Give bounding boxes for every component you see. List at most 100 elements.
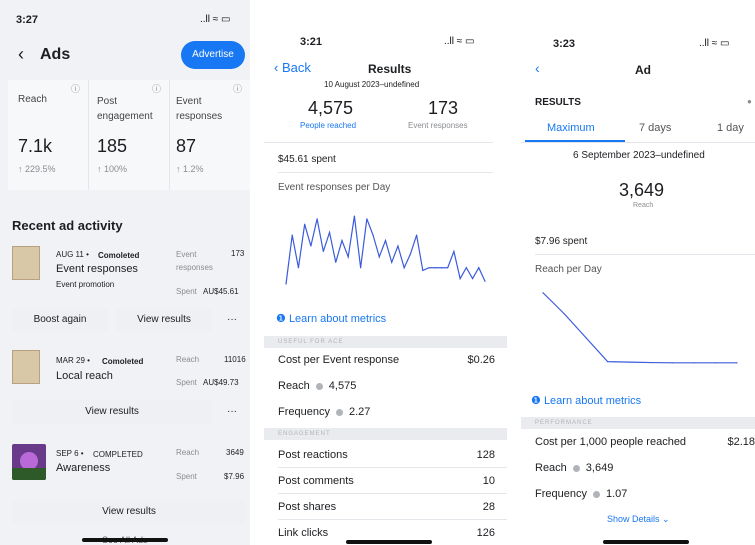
chart-point <box>335 261 337 263</box>
ad-thumbnail <box>12 350 40 384</box>
chart-point <box>459 277 461 280</box>
ad-status: COMPLETED <box>93 450 143 459</box>
metric-reach[interactable]: ⓘ Reach 7.1k ↑ 229.5% <box>8 80 88 190</box>
info-icon[interactable] <box>572 464 580 472</box>
chart-point <box>372 234 374 236</box>
learn-metrics-link[interactable]: ❶ Learn about metrics <box>276 312 386 325</box>
ad-spent-label: Spent <box>176 378 197 387</box>
spent-text: $7.96 spent <box>535 236 588 247</box>
ad-spent-value: AU$49.73 <box>203 378 239 387</box>
ad-stat-label: Reach <box>176 448 200 457</box>
advertise-button[interactable]: Advertise <box>181 41 245 69</box>
tab-7-days[interactable]: 7 days <box>639 122 671 134</box>
metric-row-cost: Cost per 1,000 people reached $2.18 <box>535 436 755 448</box>
divider <box>278 519 507 520</box>
chart-point <box>384 239 387 242</box>
info-icon: ❶ <box>276 313 286 325</box>
chart-point <box>366 218 368 220</box>
back-button[interactable]: ‹ Back <box>274 60 311 75</box>
ad-detail-panel: 3:23 ..ll ≈ ▭ ‹ Ad RESULTS ● Maximum 7 d… <box>521 0 755 545</box>
chart-point <box>563 313 566 315</box>
engagement-row: Post comments 10 <box>278 475 495 487</box>
ad-spent-value: AU$45.61 <box>203 287 239 296</box>
metric-label: Post engagement <box>97 96 153 122</box>
reach-label: People reached <box>300 121 357 130</box>
chart-point <box>415 234 418 236</box>
date-range: 10 August 2023–undefined <box>324 80 420 89</box>
tab-1-day[interactable]: 1 day <box>717 122 744 134</box>
chart-point <box>291 234 293 236</box>
learn-metrics-link[interactable]: ❶ Learn about metrics <box>531 394 641 407</box>
ad-stat-value: 173 <box>231 249 245 258</box>
chart-point <box>434 267 436 269</box>
chart-point <box>285 283 287 285</box>
engagement-row: Link clicks 126 <box>278 527 495 539</box>
page-title: Ad <box>635 63 651 77</box>
status-icons: ..ll ≈ ▭ <box>200 14 231 25</box>
view-results-button[interactable]: View results <box>116 308 212 332</box>
view-results-button[interactable]: View results <box>12 400 212 424</box>
chart-point <box>310 245 312 247</box>
metric-label: Reach <box>18 94 47 105</box>
results-panel: 3:21 ..ll ≈ ▭ ‹ Back Results 10 August 2… <box>264 0 507 545</box>
info-icon[interactable]: ● <box>747 97 752 106</box>
show-details-button[interactable]: Show Details ⌄ <box>607 514 670 525</box>
chart-point <box>671 362 673 364</box>
divider <box>278 467 507 468</box>
chart-point <box>471 277 474 280</box>
info-icon[interactable] <box>592 490 600 498</box>
metric-change: ↑ 1.2% <box>176 164 204 174</box>
chart-point <box>714 362 717 364</box>
chart-point <box>328 231 331 234</box>
ad-status: Comoleted <box>102 357 144 366</box>
learn-label: Learn about metrics <box>543 395 642 407</box>
chevron-left-icon[interactable]: ‹ <box>18 44 24 65</box>
chart-point <box>542 292 544 294</box>
status-time: 3:21 <box>300 36 323 48</box>
chart-point <box>397 245 399 247</box>
ad-spent-label: Spent <box>176 287 197 296</box>
status-icons: ..ll ≈ ▭ <box>699 38 730 49</box>
metric-change: ↑ 100% <box>97 164 128 174</box>
metric-event-responses[interactable]: ⓘ Event responses 87 ↑ 1.2% <box>170 80 250 190</box>
metric-post-engagement[interactable]: ⓘ Post engagement 185 ↑ 100% <box>89 80 169 190</box>
view-results-button[interactable]: View results <box>12 500 246 524</box>
ad-stat-value: 11016 <box>224 355 246 364</box>
home-indicator <box>603 540 689 544</box>
chevron-left-icon[interactable]: ‹ <box>535 60 540 76</box>
section-title: Recent ad activity <box>12 218 123 233</box>
engagement-row: Post reactions 128 <box>278 449 495 461</box>
engagement-row: Post shares 28 <box>278 501 495 513</box>
page-title: Results <box>368 62 412 76</box>
section-header: PERFORMANCE <box>521 417 755 429</box>
more-icon[interactable]: ··· <box>218 400 246 424</box>
metric-label: Event responses <box>176 96 223 122</box>
spent-text: $45.61 spent <box>278 154 336 165</box>
divider <box>521 142 755 143</box>
metric-value: 7.1k <box>18 136 53 156</box>
chart-point <box>585 337 587 339</box>
reach-value: 4,575 <box>308 98 354 118</box>
metric-change: ↑ 229.5% <box>18 164 56 174</box>
info-icon[interactable] <box>315 382 323 390</box>
section-header: USEFUL FOR ACE <box>264 336 507 348</box>
status-icons: ..ll ≈ ▭ <box>444 36 475 47</box>
info-icon[interactable] <box>335 408 343 416</box>
chart-title: Event responses per Day <box>278 182 391 193</box>
chart-point <box>391 261 393 263</box>
ad-name: Event responses <box>56 263 138 275</box>
chart-point <box>378 256 380 258</box>
chart-point <box>316 218 318 220</box>
chart-point <box>440 267 443 269</box>
ad-stat-label: Reach <box>176 355 200 364</box>
divider <box>278 172 493 173</box>
info-icon[interactable]: ⓘ <box>71 82 80 95</box>
section-header: ENGAGEMENT <box>264 428 507 440</box>
home-indicator <box>82 538 168 542</box>
tab-maximum[interactable]: Maximum <box>547 122 595 134</box>
metric-value: 185 <box>97 136 128 156</box>
more-icon[interactable]: ··· <box>218 308 246 332</box>
boost-again-button[interactable]: Boost again <box>12 308 108 332</box>
chart-point <box>360 267 362 269</box>
ad-name: Local reach <box>56 370 113 382</box>
